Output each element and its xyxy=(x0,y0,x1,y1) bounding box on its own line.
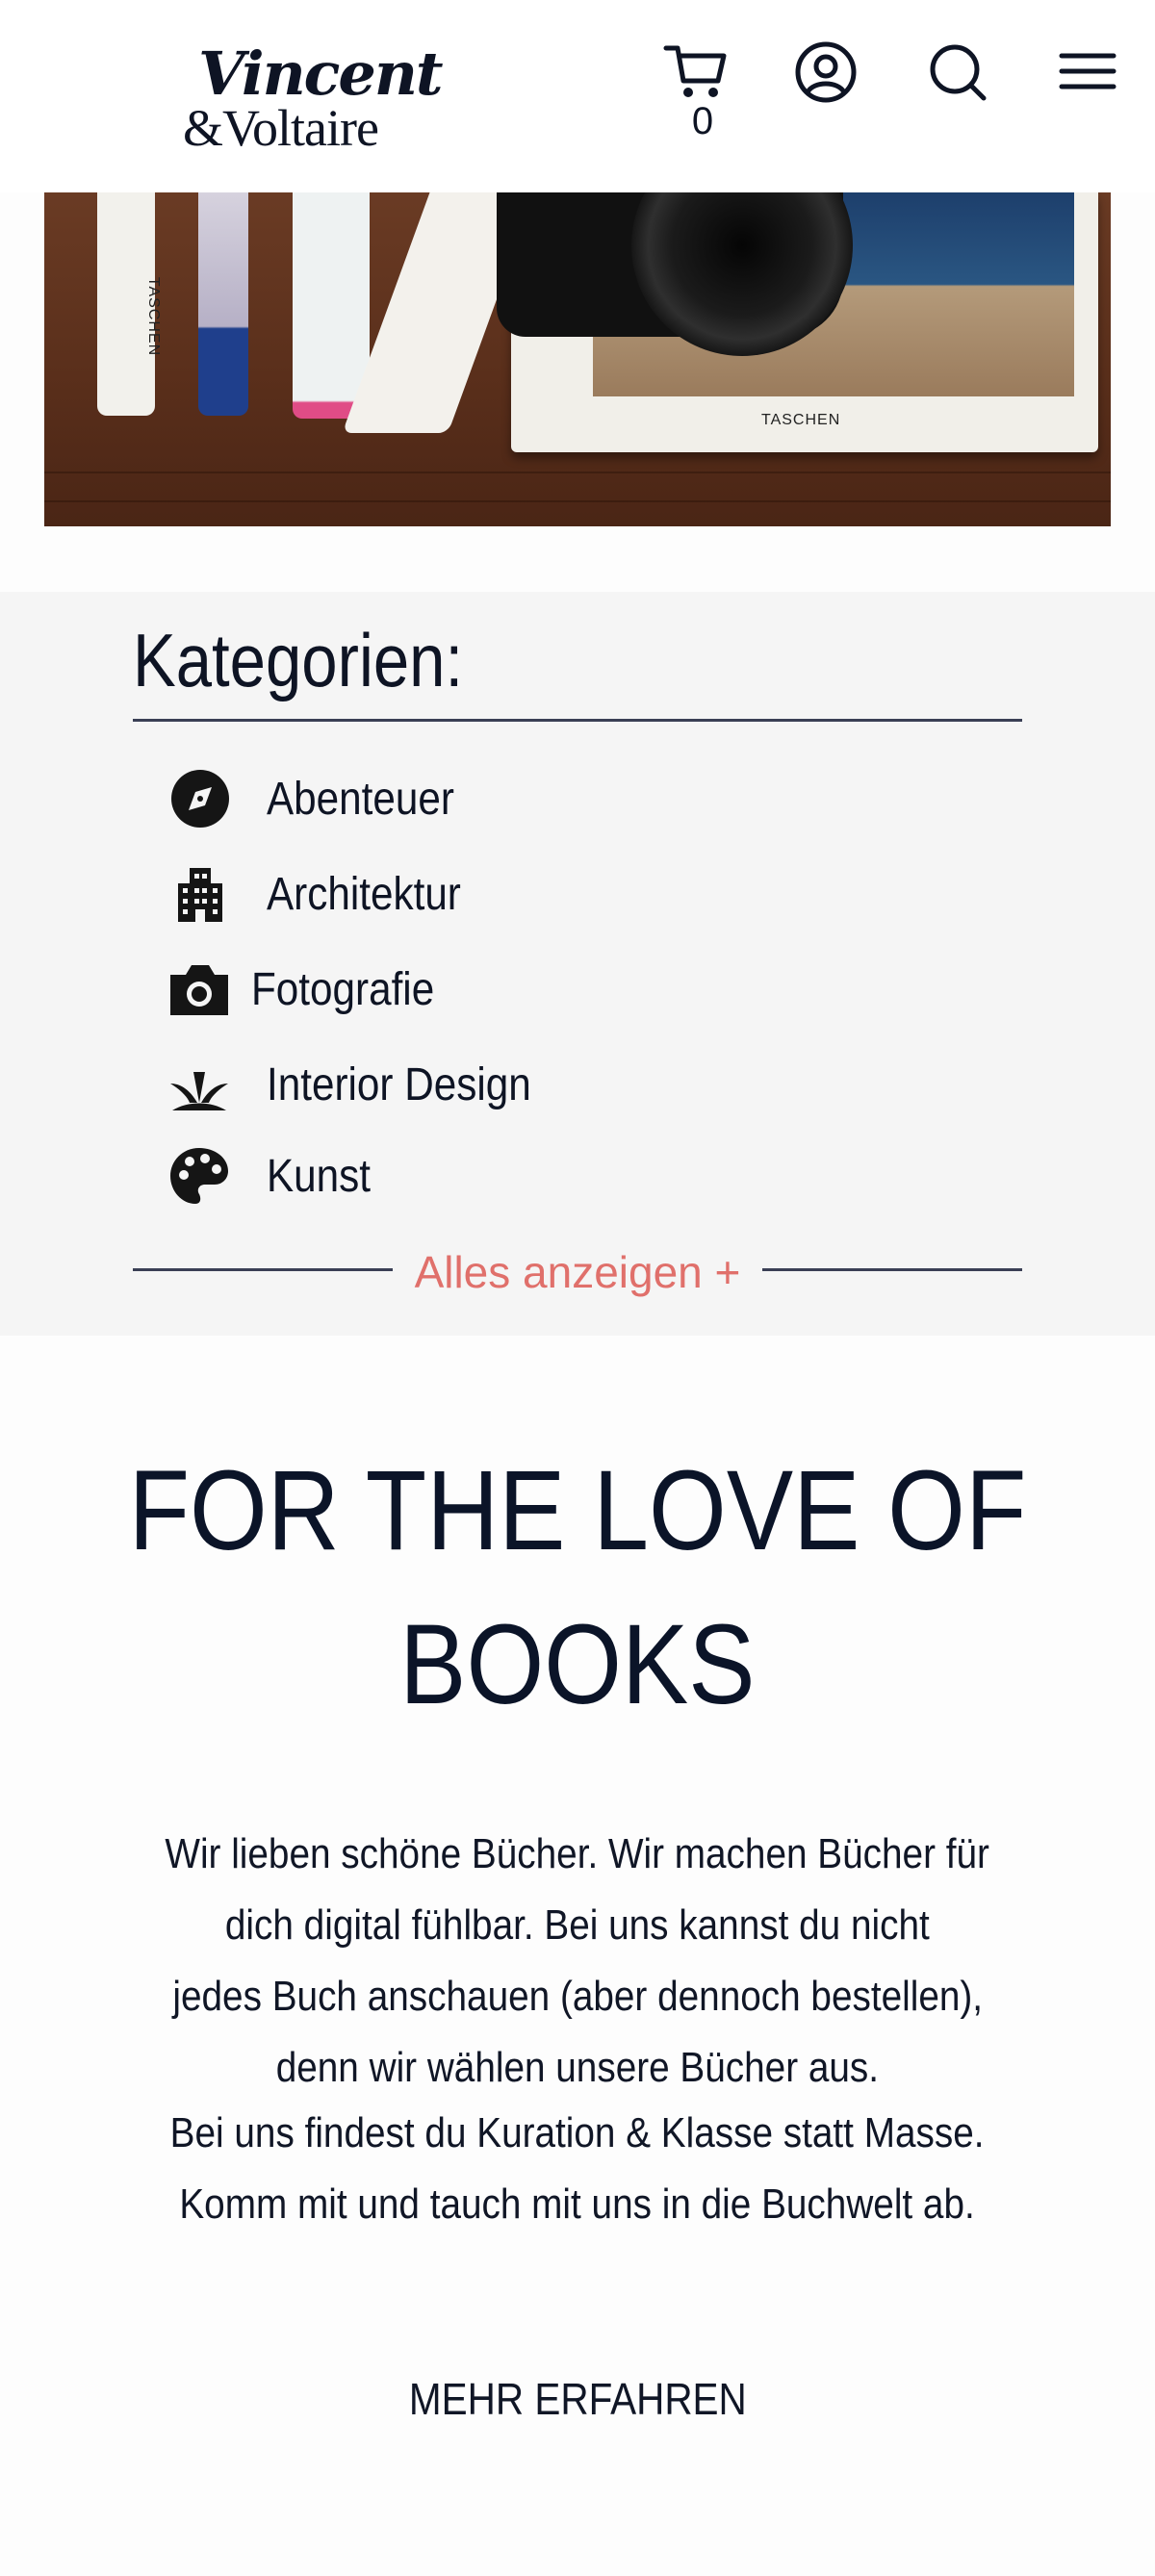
divider xyxy=(762,1268,1022,1271)
category-item-abenteuer[interactable]: Abenteuer xyxy=(168,765,842,832)
plant-icon xyxy=(168,1055,230,1114)
show-all-link[interactable]: Alles anzeigen + xyxy=(385,1246,770,1298)
camera-icon xyxy=(168,959,230,1019)
intro-text-line: Komm mit und tauch mit uns in die Buchwe… xyxy=(179,2181,976,2228)
intro-text-line: dich digital fühlbar. Bei uns kannst du … xyxy=(225,1901,930,1949)
category-label: Interior Design xyxy=(267,1059,531,1110)
compass-icon xyxy=(168,769,230,829)
cart-icon[interactable] xyxy=(662,38,730,106)
category-item-kunst[interactable]: Kunst xyxy=(168,1142,842,1210)
book-label: TASCHEN xyxy=(761,412,841,428)
account-icon[interactable] xyxy=(792,38,860,106)
categories-title: Kategorien: xyxy=(133,618,464,702)
category-label: Architektur xyxy=(267,869,461,920)
categories-section: Kategorien: Abenteuer Architektur Fotogr… xyxy=(0,592,1155,1336)
intro-text-line: denn wir wählen unsere Bücher aus. xyxy=(275,2044,880,2091)
category-item-fotografie[interactable]: Fotografie xyxy=(168,956,842,1023)
intro-text-line: Bei uns findest du Kuration & Klasse sta… xyxy=(170,2109,985,2156)
search-icon[interactable] xyxy=(924,38,991,106)
divider xyxy=(133,1268,393,1271)
site-header: Vincent &Voltaire 0 xyxy=(0,0,1155,192)
more-button-label: MEHR ERFAHREN xyxy=(408,2374,747,2424)
category-label: Fotografie xyxy=(251,964,435,1015)
hero-image: TASCHEN TASCHEN xyxy=(44,192,1111,526)
intro-text-line: Wir lieben schöne Bücher. Wir machen Büc… xyxy=(165,1830,990,1877)
heading-line2: BOOKS xyxy=(399,1601,756,1728)
divider xyxy=(133,719,1022,722)
site-logo[interactable]: Vincent &Voltaire xyxy=(183,38,444,164)
page-heading: FOR THE LOVE OF BOOKS xyxy=(0,1434,1155,1742)
spine-label: TASCHEN xyxy=(145,276,163,357)
building-icon xyxy=(168,864,230,924)
menu-icon[interactable] xyxy=(1054,38,1121,106)
intro-text-line: jedes Buch anschauen (aber dennoch beste… xyxy=(172,1973,983,2020)
category-item-interior-design[interactable]: Interior Design xyxy=(168,1051,842,1118)
heading-line1: FOR THE LOVE OF xyxy=(128,1447,1027,1574)
category-label: Kunst xyxy=(267,1151,372,1202)
more-button[interactable]: MEHR ERFAHREN xyxy=(289,2373,866,2425)
intro-text: Wir lieben schöne Bücher. Wir machen Büc… xyxy=(0,1819,1155,2240)
logo-line2: &Voltaire xyxy=(183,99,379,157)
category-item-architektur[interactable]: Architektur xyxy=(168,860,842,928)
palette-icon xyxy=(168,1146,230,1206)
cart-count-badge: 0 xyxy=(691,100,714,142)
category-label: Abenteuer xyxy=(267,774,454,825)
